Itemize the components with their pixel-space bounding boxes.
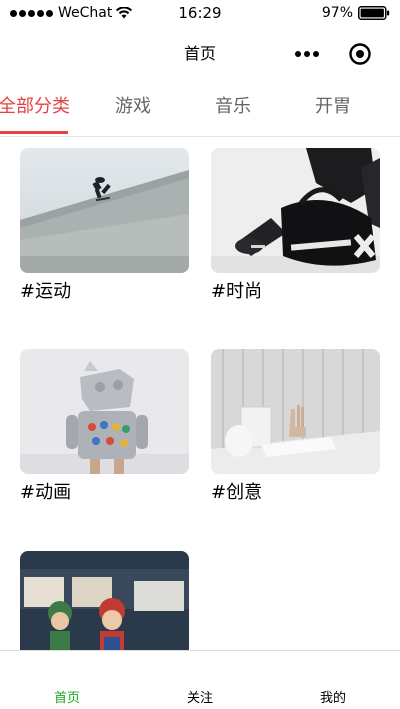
category-card-creative[interactable]: #创意: [211, 349, 380, 505]
card-label: #创意: [211, 482, 263, 503]
bottom-tab-bar: 首页 关注 我的: [0, 650, 400, 709]
tab-appetizer[interactable]: 开胃: [283, 80, 383, 134]
status-right: 97%: [322, 5, 390, 21]
tabbar-label-mine: 我的: [319, 691, 346, 706]
category-card-sports[interactable]: #运动: [20, 148, 189, 304]
nav-bar: 首页: [0, 34, 400, 74]
more-dots-icon[interactable]: [290, 40, 324, 68]
category-card-animation[interactable]: #动画: [20, 349, 189, 505]
tab-all-categories[interactable]: 全部分类: [0, 80, 84, 134]
card-label: #动画: [20, 482, 72, 503]
target-close-icon[interactable]: [346, 40, 374, 68]
robot-costume-photo: [20, 349, 189, 474]
tabbar-item-follow[interactable]: 关注: [133, 651, 267, 709]
battery-percent: 97%: [321, 5, 353, 21]
battery-icon: [358, 6, 390, 20]
card-label: #运动: [20, 281, 72, 302]
category-card-fashion[interactable]: #时尚: [211, 148, 380, 304]
category-tabs: 全部分类 游戏 音乐 开胃: [0, 80, 400, 137]
tabbar-item-home[interactable]: 首页: [0, 651, 134, 709]
gym-bag-photo: [211, 148, 380, 273]
skateboarder-photo: [20, 148, 189, 273]
tabbar-label-follow: 关注: [186, 691, 213, 706]
tab-games[interactable]: 游戏: [83, 80, 183, 134]
tabbar-item-mine[interactable]: 我的: [266, 651, 400, 709]
still-life-photo: [211, 349, 380, 474]
card-label: #时尚: [211, 281, 263, 302]
tabbar-label-home: 首页: [53, 691, 80, 706]
page-title: 首页: [183, 44, 216, 63]
active-tab-indicator: [0, 131, 68, 134]
tab-music[interactable]: 音乐: [183, 80, 283, 134]
screen: WeChat 16:29 97% 首页 全部分类 游戏 音乐 开胃 #运动 #时…: [0, 0, 400, 709]
status-bar: WeChat 16:29 97%: [0, 0, 400, 28]
